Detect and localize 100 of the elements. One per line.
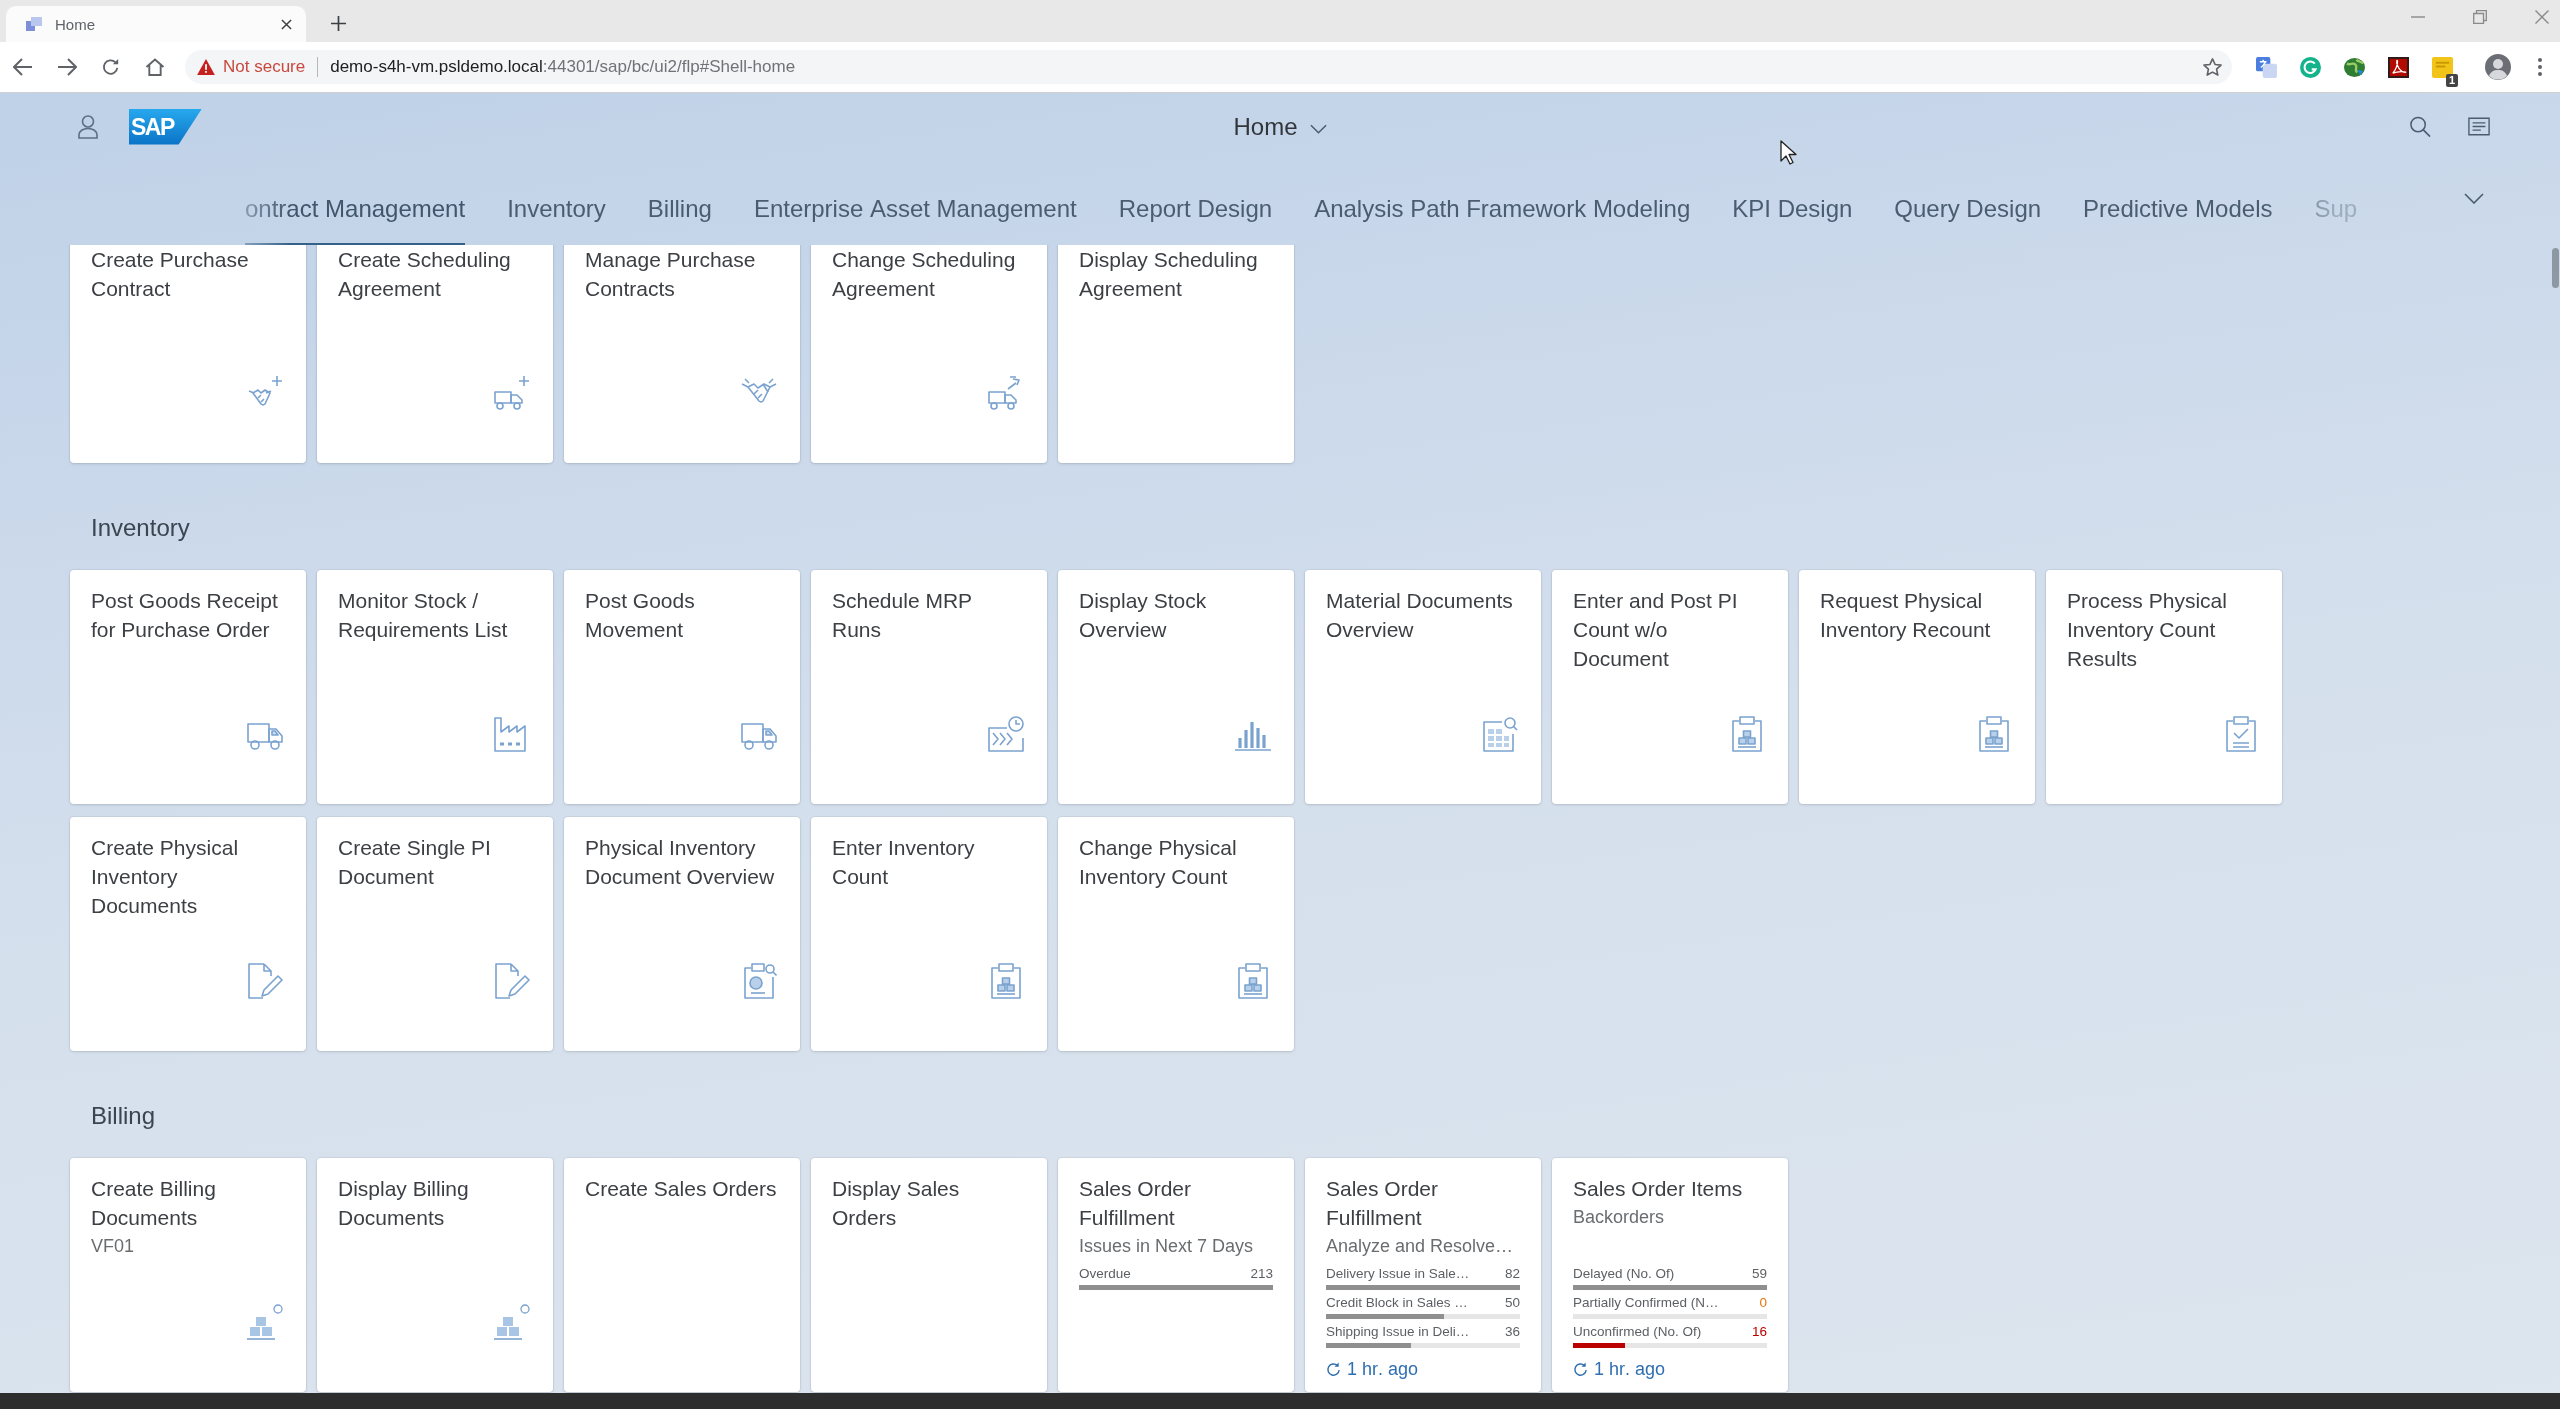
pdf-icon[interactable] [2387,56,2409,78]
kpi-label: Overdue [1079,1265,1131,1283]
tile-subtitle: Analyze and Resolve… [1326,1235,1515,1258]
home-icon[interactable] [145,58,165,76]
document-pencil-icon [247,963,283,999]
tab[interactable]: KPI Design [1732,160,1853,245]
app-tile[interactable]: Create Scheduling Agreement [317,245,553,463]
close-icon[interactable] [281,18,292,30]
document-pencil-icon [494,963,530,999]
tab[interactable]: Enterprise Asset Management [753,160,1077,245]
clipboard-boxes-icon [1976,716,2012,752]
reload-icon[interactable] [101,58,121,76]
tile-title: Create Sales Orders [585,1176,778,1202]
app-tile[interactable]: Display Billing Documents [317,1158,553,1392]
tab[interactable]: Predictive Models [2083,160,2273,245]
app-tile[interactable]: Create Billing Documents VF01 [70,1158,306,1392]
kpi-value: 36 [1504,1323,1520,1341]
clipboard-check-icon [2223,716,2259,752]
app-tile[interactable]: Physical Inventory Document Overview [564,817,800,1051]
tile-title: Create Physical Inventory Documents [91,835,240,919]
chevron-down-icon[interactable] [2464,193,2484,204]
tile-title: Schedule MRP Runs [832,588,974,643]
table-search-icon [1482,716,1518,752]
app-tile[interactable]: Process Physical Inventory Count Results [2046,570,2282,804]
clipboard-boxes-icon [1729,716,1765,752]
app-tile[interactable]: Display Scheduling Agreement [1058,245,1294,463]
clipboard-search-icon [741,963,777,999]
translate-icon[interactable] [2255,56,2277,78]
forward-icon[interactable] [57,58,77,76]
tab[interactable]: Inventory [507,160,606,245]
kpi-tile[interactable]: Sales Order Items Backorders Delayed (No. Of) 59 Partially Confirmed (N… 0 Unconfirmed (No. Of) 16 1 hr. ago [1552,1158,1788,1392]
tile-title: Sales Order Fulfillment [1326,1176,1440,1231]
security-label[interactable]: Not secure [223,57,306,77]
tile-subtitle: Issues in Next 7 Days [1079,1235,1255,1258]
app-tile[interactable]: Enter Inventory Count [811,817,1047,1051]
scrollbar-thumb[interactable] [2552,248,2559,288]
kpi-label: Delivery Issue in Sale… [1326,1265,1470,1283]
kpi-value: 0 [1759,1294,1767,1312]
kpi-value: 82 [1504,1265,1520,1283]
app-tile[interactable]: Display Sales Orders [811,1158,1047,1392]
truck-plus-icon [494,375,530,411]
app-tile[interactable]: Display Stock Overview [1058,570,1294,804]
tile-title: Manage Purchase Contracts [585,247,757,302]
logo[interactable]: SAP [129,108,202,145]
tab[interactable]: Query Design [1894,160,2042,245]
app-tile[interactable]: Create Physical Inventory Documents [70,817,306,1051]
kpi-value: 16 [1751,1323,1767,1341]
refresh-time: 1 hr. ago [1347,1358,1419,1381]
refresh-icon [1326,1361,1341,1377]
app-tile[interactable]: Create Purchase Contract [70,245,306,463]
stacked-boxes-icon [247,1304,283,1340]
clipboard-boxes-icon [1235,963,1271,999]
app-tile[interactable]: Create Single PI Document [317,817,553,1051]
app-tile[interactable]: Post Goods Movement [564,570,800,804]
mouse-pointer-icon [1780,140,1797,165]
app-tile[interactable]: Schedule MRP Runs [811,570,1047,804]
clipboard-boxes-icon [988,963,1024,999]
app-tile[interactable]: Change Physical Inventory Count [1058,817,1294,1051]
tile-title: Sales Order Items [1573,1176,1744,1202]
app-tile[interactable]: Material Documents Overview [1305,570,1541,804]
shell-title-button[interactable]: Home [1227,108,1333,145]
search-icon[interactable] [2409,116,2431,137]
user-icon[interactable] [78,114,98,139]
tab[interactable]: Report Design [1118,160,1273,245]
app-tile[interactable]: Enter and Post PI Count w/o Document [1552,570,1788,804]
kpi-value: 50 [1504,1294,1520,1312]
app-tile[interactable]: Post Goods Receipt for Purchase Order [70,570,306,804]
more-icon[interactable] [2538,58,2542,76]
tile-title: Create Single PI Document [338,835,492,890]
kpi-tile[interactable]: Sales Order Fulfillment Issues in Next 7 Days Overdue 213 [1058,1158,1294,1392]
address-bar[interactable]: Not secure demo-s4h-vm.psldemo.local:44301/sap/bc/ui2/flp#Shell-home [185,50,2232,84]
extension-icon[interactable] [2431,56,2453,78]
app-tile[interactable]: Change Scheduling Agreement [811,245,1047,463]
back-icon[interactable] [13,58,33,76]
tile-title: Change Physical Inventory Count [1079,835,1238,890]
restore-icon[interactable] [2473,10,2487,24]
refresh-icon [1573,1361,1588,1377]
refresh-time: 1 hr. ago [1594,1358,1666,1381]
tab[interactable]: Analysis Path Framework Modeling [1314,160,1691,245]
globe-icon[interactable] [2343,56,2365,78]
grammar-check-icon[interactable] [2299,56,2321,78]
kpi-value: 213 [1250,1265,1273,1283]
tab-title: Home [55,15,96,33]
tile-subtitle: VF01 [91,1235,136,1258]
tile-title: Process Physical Inventory Count Results [2067,588,2228,672]
star-icon[interactable] [2203,58,2222,76]
tile-title: Sales Order Fulfillment [1079,1176,1193,1231]
app-tile[interactable]: Create Sales Orders [564,1158,800,1392]
kpi-tile[interactable]: Sales Order Fulfillment Analyze and Resolve… Delivery Issue in Sale… 82 Credit Block in Sales … 50 Shipping Issue in Deli… 36 1 hr. ago [1305,1158,1541,1392]
kpi-label: Credit Block in Sales … [1326,1294,1468,1312]
app-tile[interactable]: Manage Purchase Contracts [564,245,800,463]
chevron-down-icon [1309,123,1327,134]
browser-tab[interactable]: Home [6,6,306,42]
avatar-icon[interactable] [2485,54,2511,80]
menu-icon[interactable] [2468,116,2490,137]
tab[interactable]: Billing [647,160,712,245]
app-tile[interactable]: Monitor Stock / Requirements List [317,570,553,804]
app-tile[interactable]: Request Physical Inventory Recount [1799,570,2035,804]
plus-icon[interactable] [331,15,346,31]
stacked-boxes-icon [494,1304,530,1340]
